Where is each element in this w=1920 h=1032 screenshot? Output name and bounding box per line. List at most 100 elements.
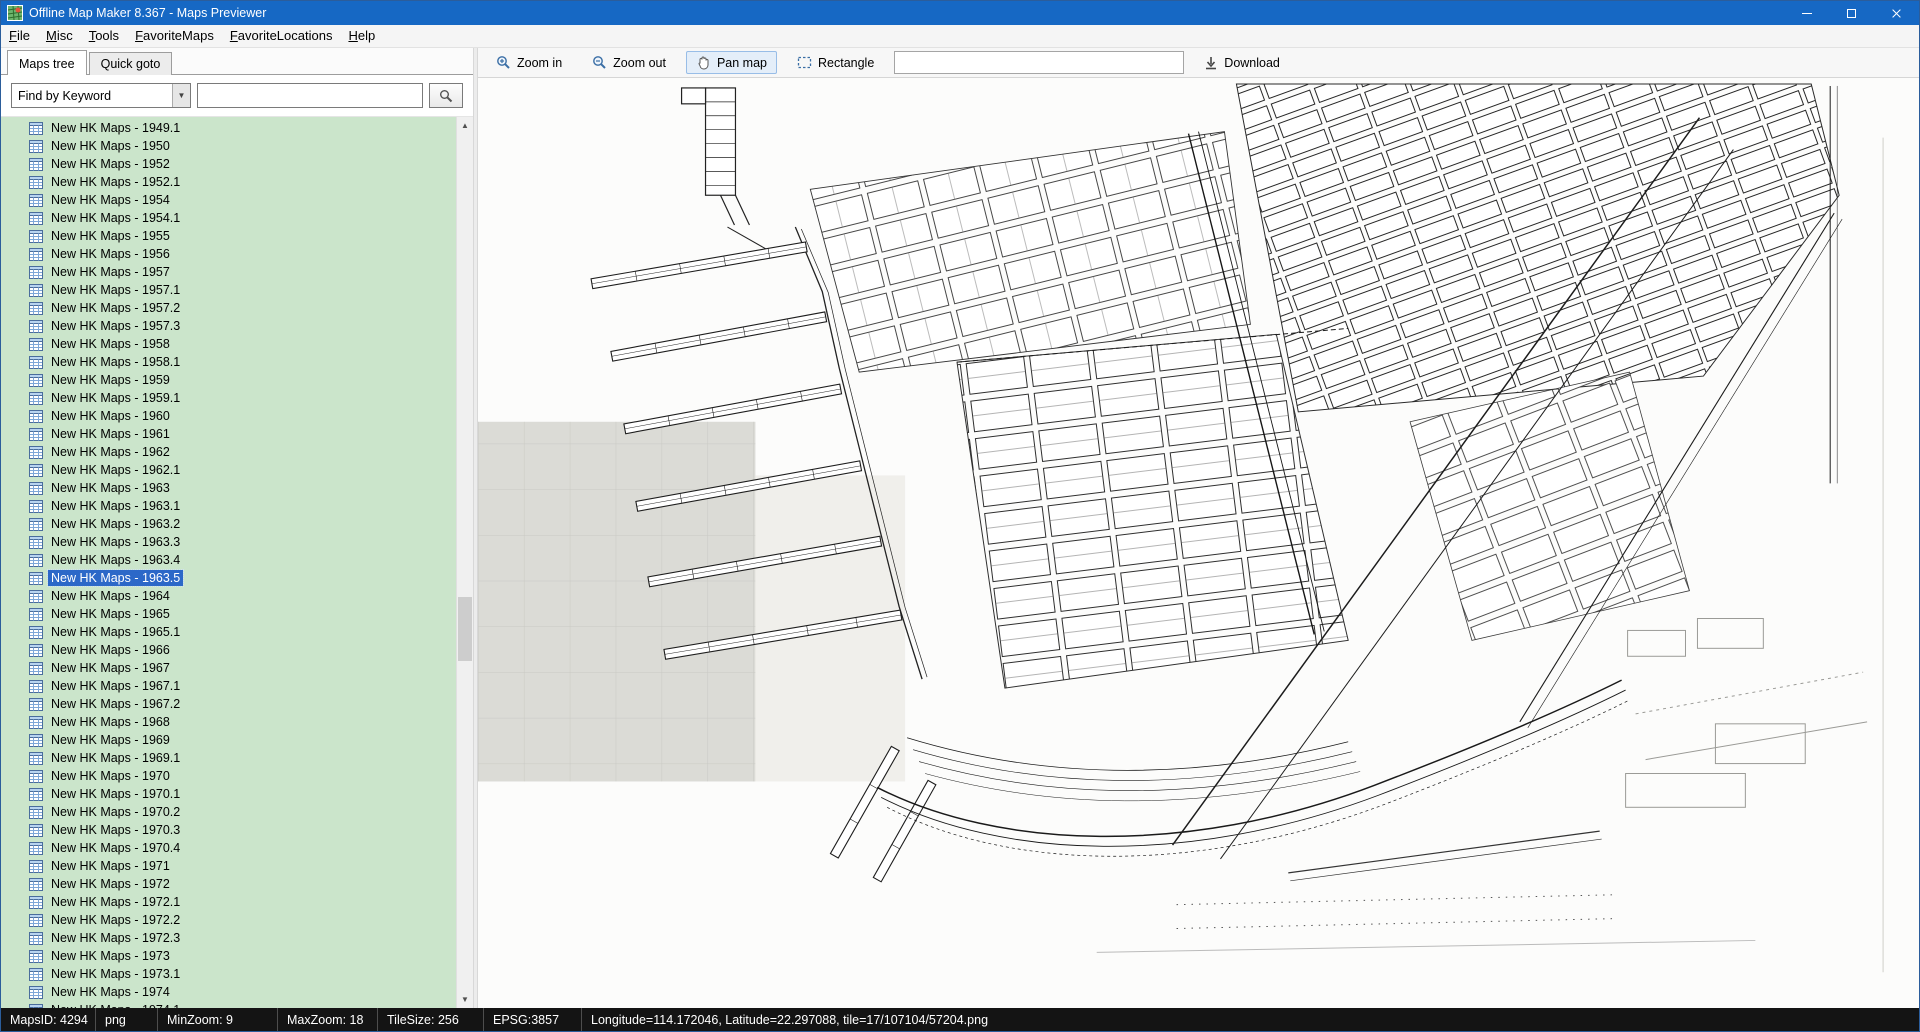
tree-item[interactable]: New HK Maps - 1974 bbox=[1, 983, 456, 1001]
tree-item[interactable]: New HK Maps - 1967.2 bbox=[1, 695, 456, 713]
tree-item[interactable]: New HK Maps - 1966 bbox=[1, 641, 456, 659]
download-icon bbox=[1204, 56, 1218, 70]
menu-item-tools[interactable]: Tools bbox=[81, 25, 127, 47]
menu-item-help[interactable]: Help bbox=[340, 25, 383, 47]
minimize-button[interactable] bbox=[1784, 1, 1829, 25]
tree-item[interactable]: New HK Maps - 1963 bbox=[1, 479, 456, 497]
zoom-in-button[interactable]: Zoom in bbox=[486, 51, 572, 74]
tree-item[interactable]: New HK Maps - 1950 bbox=[1, 137, 456, 155]
close-icon bbox=[1891, 8, 1902, 19]
tree-item-label: New HK Maps - 1963.2 bbox=[48, 516, 183, 532]
tree-item[interactable]: New HK Maps - 1963.5 bbox=[1, 569, 456, 587]
tree-item-label: New HK Maps - 1962 bbox=[48, 444, 173, 460]
tree-item[interactable]: New HK Maps - 1955 bbox=[1, 227, 456, 245]
map-layer-icon bbox=[29, 752, 43, 765]
tree-item[interactable]: New HK Maps - 1971 bbox=[1, 857, 456, 875]
tree-item[interactable]: New HK Maps - 1959.1 bbox=[1, 389, 456, 407]
tree-item[interactable]: New HK Maps - 1961 bbox=[1, 425, 456, 443]
tree-item[interactable]: New HK Maps - 1954 bbox=[1, 191, 456, 209]
tab-quick-goto[interactable]: Quick goto bbox=[89, 52, 173, 75]
tree-item[interactable]: New HK Maps - 1970 bbox=[1, 767, 456, 785]
scrollbar-thumb[interactable] bbox=[458, 597, 472, 661]
scrollbar-track[interactable] bbox=[457, 134, 473, 991]
toolbar-text-input[interactable] bbox=[894, 51, 1184, 74]
tree-item-label: New HK Maps - 1968 bbox=[48, 714, 173, 730]
tree-item[interactable]: New HK Maps - 1972.2 bbox=[1, 911, 456, 929]
search-button[interactable] bbox=[429, 83, 463, 108]
tree-item[interactable]: New HK Maps - 1957 bbox=[1, 263, 456, 281]
tree-item[interactable]: New HK Maps - 1967.1 bbox=[1, 677, 456, 695]
tree-item[interactable]: New HK Maps - 1963.2 bbox=[1, 515, 456, 533]
tree-item[interactable]: New HK Maps - 1960 bbox=[1, 407, 456, 425]
menu-item-favoritelocations[interactable]: FavoriteLocations bbox=[222, 25, 341, 47]
rectangle-button[interactable]: Rectangle bbox=[787, 52, 884, 74]
tree-item[interactable]: New HK Maps - 1956 bbox=[1, 245, 456, 263]
tree-item[interactable]: New HK Maps - 1965 bbox=[1, 605, 456, 623]
tree-item[interactable]: New HK Maps - 1964 bbox=[1, 587, 456, 605]
tree-item[interactable]: New HK Maps - 1970.2 bbox=[1, 803, 456, 821]
tree-item[interactable]: New HK Maps - 1959 bbox=[1, 371, 456, 389]
map-layer-icon bbox=[29, 788, 43, 801]
tree-item[interactable]: New HK Maps - 1958.1 bbox=[1, 353, 456, 371]
tree-item[interactable]: New HK Maps - 1970.3 bbox=[1, 821, 456, 839]
tree-item[interactable]: New HK Maps - 1968 bbox=[1, 713, 456, 731]
tree-item[interactable]: New HK Maps - 1958 bbox=[1, 335, 456, 353]
tree-item[interactable]: New HK Maps - 1972.1 bbox=[1, 893, 456, 911]
tree-item-label: New HK Maps - 1972.3 bbox=[48, 930, 183, 946]
map-layer-icon bbox=[29, 554, 43, 567]
tree-item-label: New HK Maps - 1952.1 bbox=[48, 174, 183, 190]
tree-item[interactable]: New HK Maps - 1957.3 bbox=[1, 317, 456, 335]
tree-item[interactable]: New HK Maps - 1957.1 bbox=[1, 281, 456, 299]
tree-item[interactable]: New HK Maps - 1963.1 bbox=[1, 497, 456, 515]
map-toolbar: Zoom in Zoom out Pan map bbox=[478, 48, 1919, 78]
tree-item[interactable]: New HK Maps - 1962 bbox=[1, 443, 456, 461]
tree-item[interactable]: New HK Maps - 1969.1 bbox=[1, 749, 456, 767]
close-button[interactable] bbox=[1874, 1, 1919, 25]
tree-item[interactable]: New HK Maps - 1972.3 bbox=[1, 929, 456, 947]
tree-item[interactable]: New HK Maps - 1970.1 bbox=[1, 785, 456, 803]
pan-map-button[interactable]: Pan map bbox=[686, 51, 777, 74]
tree-item-label: New HK Maps - 1949.1 bbox=[48, 120, 183, 136]
map-layer-icon bbox=[29, 482, 43, 495]
tree-item[interactable]: New HK Maps - 1952 bbox=[1, 155, 456, 173]
tree-item[interactable]: New HK Maps - 1967 bbox=[1, 659, 456, 677]
tree-item[interactable]: New HK Maps - 1969 bbox=[1, 731, 456, 749]
tab-maps-tree[interactable]: Maps tree bbox=[7, 50, 87, 75]
map-view[interactable] bbox=[478, 78, 1919, 1008]
tree-item[interactable]: New HK Maps - 1963.3 bbox=[1, 533, 456, 551]
search-filter-dropdown[interactable]: Find by Keyword ▼ bbox=[11, 83, 191, 108]
map-layer-icon bbox=[29, 248, 43, 261]
tree-item[interactable]: New HK Maps - 1957.2 bbox=[1, 299, 456, 317]
map-layer-icon bbox=[29, 950, 43, 963]
tree-item-label: New HK Maps - 1973.1 bbox=[48, 966, 183, 982]
tree-item[interactable]: New HK Maps - 1962.1 bbox=[1, 461, 456, 479]
tree-item-label: New HK Maps - 1969.1 bbox=[48, 750, 183, 766]
tree-item[interactable]: New HK Maps - 1973 bbox=[1, 947, 456, 965]
tree-item-label: New HK Maps - 1967 bbox=[48, 660, 173, 676]
menu-item-misc[interactable]: Misc bbox=[38, 25, 81, 47]
maximize-button[interactable] bbox=[1829, 1, 1874, 25]
tree-item[interactable]: New HK Maps - 1973.1 bbox=[1, 965, 456, 983]
tree-item[interactable]: New HK Maps - 1970.4 bbox=[1, 839, 456, 857]
tree-item[interactable]: New HK Maps - 1952.1 bbox=[1, 173, 456, 191]
scroll-up-icon[interactable]: ▲ bbox=[457, 117, 473, 134]
tree-item-label: New HK Maps - 1964 bbox=[48, 588, 173, 604]
zoom-out-label: Zoom out bbox=[613, 56, 666, 70]
tree-scrollbar[interactable]: ▲ ▼ bbox=[456, 117, 473, 1008]
status-tilesize: TileSize: 256 bbox=[378, 1008, 484, 1031]
menu-item-favoritemaps[interactable]: FavoriteMaps bbox=[127, 25, 222, 47]
tree-item[interactable]: New HK Maps - 1972 bbox=[1, 875, 456, 893]
zoom-out-button[interactable]: Zoom out bbox=[582, 51, 676, 74]
menu-item-file[interactable]: File bbox=[1, 25, 38, 47]
maps-tree[interactable]: New HK Maps - 1949.1 bbox=[1, 117, 456, 1008]
tree-item[interactable]: New HK Maps - 1954.1 bbox=[1, 209, 456, 227]
search-input[interactable] bbox=[197, 83, 423, 108]
tree-item[interactable]: New HK Maps - 1965.1 bbox=[1, 623, 456, 641]
tree-item[interactable]: New HK Maps - 1949.1 bbox=[1, 119, 456, 137]
download-button[interactable]: Download bbox=[1194, 52, 1290, 74]
tree-item[interactable]: New HK Maps - 1963.4 bbox=[1, 551, 456, 569]
tree-item-label: New HK Maps - 1971 bbox=[48, 858, 173, 874]
tree-item[interactable]: New HK Maps - 1974.1 bbox=[1, 1001, 456, 1008]
scroll-down-icon[interactable]: ▼ bbox=[457, 991, 473, 1008]
tree-item-label: New HK Maps - 1966 bbox=[48, 642, 173, 658]
